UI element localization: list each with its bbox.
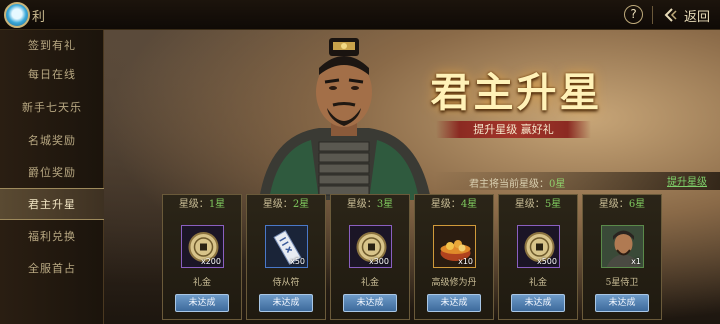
reward-item-name: 5星侍卫 xyxy=(605,278,639,288)
sidebar-item-newbie-seven-days[interactable]: 新手七天乐 xyxy=(0,92,104,124)
sidebar-item-rank-reward[interactable]: 爵位奖励 xyxy=(0,157,104,189)
claim-button[interactable]: 未达成 xyxy=(343,294,397,312)
claim-button[interactable]: 未达成 xyxy=(175,294,229,312)
banner-subtitle-ribbon: 提升星级 赢好礼 xyxy=(436,121,591,138)
claim-button[interactable]: 未达成 xyxy=(511,294,565,312)
sidebar-item-checkin[interactable]: 签到有礼 xyxy=(0,30,104,62)
reward-card: 星级：3星 x300 礼金 未达成 xyxy=(330,194,410,320)
reward-item-name: 礼金 xyxy=(192,278,211,288)
current-star-value: 0星 xyxy=(549,179,566,190)
reward-qty: x50 xyxy=(290,257,305,266)
claim-button[interactable]: 未达成 xyxy=(595,294,649,312)
claim-button[interactable]: 未达成 xyxy=(427,294,481,312)
reward-item-name: 侍从符 xyxy=(272,278,300,288)
help-button[interactable]: ? xyxy=(624,5,643,24)
upgrade-star-link[interactable]: 提升星级 xyxy=(667,173,707,188)
reward-qty: x500 xyxy=(536,257,557,266)
sidebar-item-server-first-capture[interactable]: 全服首占 xyxy=(0,253,104,285)
card-level: 星级：6星 xyxy=(598,199,646,210)
reward-item[interactable]: x50 xyxy=(265,225,308,268)
chevron-left-icon xyxy=(664,8,677,22)
lord-portrait xyxy=(259,38,431,200)
card-level: 星级：2星 xyxy=(262,199,310,210)
reward-card: 星级：2星 x50 侍从符 未达成 xyxy=(246,194,326,320)
sidebar-item-daily-online[interactable]: 每日在线 xyxy=(0,59,104,91)
card-level: 星级：1星 xyxy=(178,199,226,210)
reward-item[interactable]: x500 xyxy=(517,225,560,268)
current-star-prefix: 君主将当前星级： xyxy=(469,179,549,190)
reward-qty: x1 xyxy=(631,257,641,266)
reward-card: 星级：5星 x500 礼金 未达成 xyxy=(498,194,578,320)
top-bar: 利 ? 返回 xyxy=(0,0,720,30)
reward-qty: x300 xyxy=(368,257,389,266)
reward-item-name: 礼金 xyxy=(528,278,547,288)
reward-card: 星级：1星 x200 礼金 未达成 xyxy=(162,194,242,320)
sidebar-item-welfare-exchange[interactable]: 福利兑换 xyxy=(0,221,104,253)
reward-item-name: 高级修为丹 xyxy=(431,278,477,288)
reward-card: 星级：4星 x10 高级修为丹 未达成 xyxy=(414,194,494,320)
card-level: 星级：5星 xyxy=(514,199,562,210)
reward-item[interactable]: x200 xyxy=(181,225,224,268)
back-label: 返回 xyxy=(684,9,711,25)
card-level: 星级：3星 xyxy=(346,199,394,210)
sidebar: 签到有礼 每日在线 新手七天乐 名城奖励 爵位奖励 君主升星 福利兑换 全服首占 xyxy=(0,30,104,324)
sidebar-item-lord-star-up[interactable]: 君主升星 xyxy=(0,188,104,220)
divider xyxy=(652,6,653,24)
reward-item[interactable]: x300 xyxy=(349,225,392,268)
reward-qty: x200 xyxy=(200,257,221,266)
reward-item-name: 礼金 xyxy=(360,278,379,288)
current-star-text: 君主将当前星级：0星 xyxy=(469,175,565,190)
window-title: 利 xyxy=(32,10,46,25)
back-button[interactable]: 返回 xyxy=(662,4,710,26)
reward-card: 星级：6星 x1 5星侍卫 未达成 xyxy=(582,194,662,320)
app-logo-icon xyxy=(4,2,30,28)
card-level: 星级：4星 xyxy=(430,199,478,210)
reward-item[interactable]: x10 xyxy=(433,225,476,268)
reward-item[interactable]: x1 xyxy=(601,225,644,268)
sidebar-item-city-reward[interactable]: 名城奖励 xyxy=(0,125,104,157)
reward-qty: x10 xyxy=(458,257,473,266)
banner-title: 君主升星 xyxy=(430,69,603,116)
claim-button[interactable]: 未达成 xyxy=(259,294,313,312)
